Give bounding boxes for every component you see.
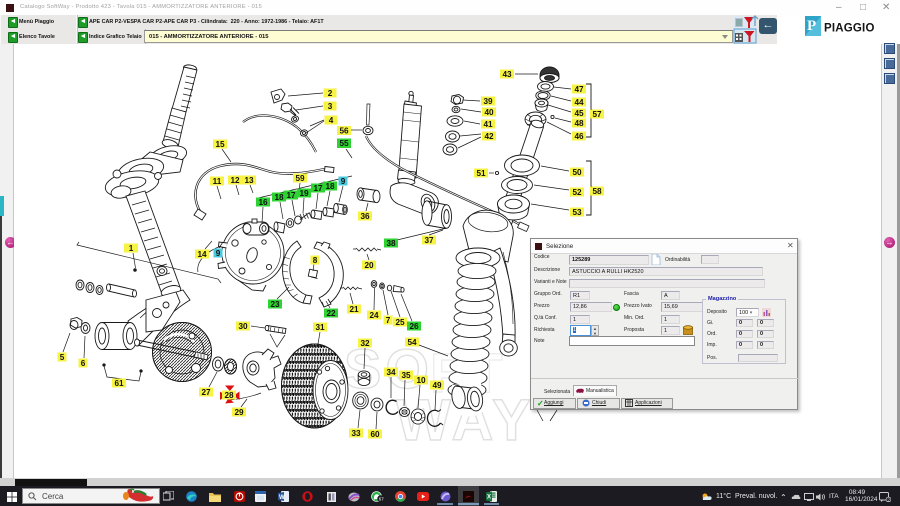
svg-text:34: 34 — [386, 368, 396, 377]
svg-text:59: 59 — [295, 174, 305, 183]
svg-text:36: 36 — [360, 212, 370, 221]
svg-text:19: 19 — [299, 189, 309, 198]
svg-text:8: 8 — [313, 256, 318, 265]
svg-text:27: 27 — [201, 388, 211, 397]
svg-text:9: 9 — [341, 177, 346, 186]
svg-text:3: 3 — [328, 102, 333, 111]
svg-text:40: 40 — [484, 108, 494, 117]
svg-text:55: 55 — [339, 139, 349, 148]
svg-text:44: 44 — [574, 98, 584, 107]
svg-text:20: 20 — [364, 261, 374, 270]
svg-text:21: 21 — [349, 305, 359, 314]
svg-text:48: 48 — [574, 119, 584, 128]
svg-text:17: 17 — [313, 184, 323, 193]
svg-text:15: 15 — [215, 140, 225, 149]
svg-text:60: 60 — [370, 430, 380, 439]
svg-text:52: 52 — [572, 188, 582, 197]
svg-text:38: 38 — [386, 239, 396, 248]
svg-text:PIAGGIO: PIAGGIO — [824, 23, 875, 35]
svg-text:39: 39 — [483, 97, 493, 106]
svg-text:35: 35 — [401, 371, 411, 380]
svg-text:67: 67 — [379, 497, 384, 502]
svg-text:2: 2 — [328, 89, 333, 98]
svg-text:17: 17 — [286, 191, 296, 200]
svg-text:2: 2 — [887, 497, 890, 502]
svg-text:33: 33 — [351, 429, 361, 438]
svg-text:23: 23 — [270, 300, 280, 309]
svg-text:26: 26 — [409, 322, 419, 331]
svg-text:12: 12 — [230, 176, 240, 185]
svg-text:49: 49 — [432, 381, 442, 390]
svg-text:14: 14 — [197, 250, 207, 259]
svg-text:57: 57 — [592, 110, 602, 119]
svg-text:29: 29 — [234, 408, 244, 417]
svg-text:4: 4 — [329, 116, 334, 125]
svg-text:18: 18 — [325, 182, 335, 191]
svg-text:25: 25 — [395, 318, 405, 327]
svg-text:61: 61 — [114, 379, 124, 388]
svg-text:9: 9 — [216, 249, 221, 258]
svg-text:W: W — [279, 495, 285, 501]
svg-text:30: 30 — [238, 322, 248, 331]
svg-text:7: 7 — [386, 316, 391, 325]
svg-text:45: 45 — [574, 109, 584, 118]
svg-text:31: 31 — [315, 323, 325, 332]
svg-text:47: 47 — [574, 85, 584, 94]
svg-text:54: 54 — [407, 338, 417, 347]
svg-text:28: 28 — [224, 391, 234, 400]
svg-text:58: 58 — [592, 187, 602, 196]
svg-text:10: 10 — [416, 376, 426, 385]
svg-text:43: 43 — [502, 70, 512, 79]
svg-text:11: 11 — [213, 177, 222, 186]
svg-text:42: 42 — [484, 132, 494, 141]
svg-text:32: 32 — [360, 339, 370, 348]
svg-text:18: 18 — [274, 193, 284, 202]
svg-text:6: 6 — [81, 359, 86, 368]
svg-text:X: X — [487, 495, 491, 501]
svg-text:53: 53 — [572, 208, 582, 217]
svg-text:37: 37 — [424, 236, 434, 245]
svg-text:13: 13 — [244, 176, 254, 185]
svg-text:P: P — [807, 18, 816, 34]
svg-text:50: 50 — [572, 168, 582, 177]
svg-text:24: 24 — [369, 311, 379, 320]
svg-text:1: 1 — [129, 244, 134, 253]
svg-text:22: 22 — [326, 309, 336, 318]
svg-text:16: 16 — [258, 198, 268, 207]
svg-text:46: 46 — [574, 132, 584, 141]
svg-text:5: 5 — [60, 353, 65, 362]
svg-text:51: 51 — [476, 169, 486, 178]
svg-text:41: 41 — [483, 120, 493, 129]
svg-text:56: 56 — [339, 127, 349, 136]
